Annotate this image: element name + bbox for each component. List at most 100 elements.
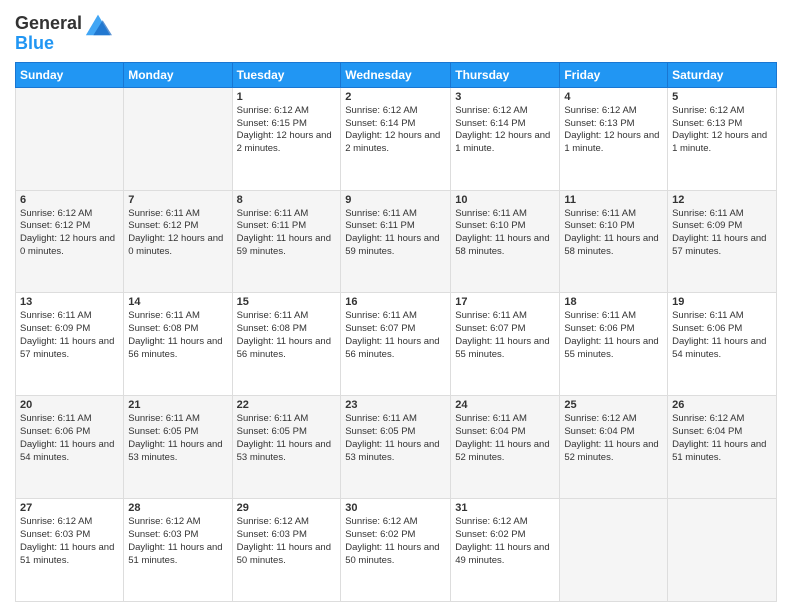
day-number: 10 <box>455 194 555 206</box>
day-number: 16 <box>345 296 446 308</box>
day-number: 29 <box>237 502 337 514</box>
day-number: 18 <box>564 296 663 308</box>
day-number: 19 <box>672 296 772 308</box>
calendar-cell: 30 Sunrise: 6:12 AM Sunset: 6:02 PM Dayli… <box>341 499 451 602</box>
day-number: 30 <box>345 502 446 514</box>
day-number: 4 <box>564 91 663 103</box>
day-info: Sunrise: 6:11 AM Sunset: 6:08 PM Dayligh… <box>128 310 227 361</box>
calendar-header-saturday: Saturday <box>668 62 777 87</box>
day-number: 20 <box>20 399 119 411</box>
day-info: Sunrise: 6:12 AM Sunset: 6:02 PM Dayligh… <box>345 516 446 567</box>
calendar-cell: 11 Sunrise: 6:11 AM Sunset: 6:10 PM Dayli… <box>560 190 668 293</box>
logo: General Blue <box>15 10 112 54</box>
day-number: 15 <box>237 296 337 308</box>
day-info: Sunrise: 6:12 AM Sunset: 6:02 PM Dayligh… <box>455 516 555 567</box>
day-info: Sunrise: 6:12 AM Sunset: 6:13 PM Dayligh… <box>672 105 772 156</box>
day-number: 2 <box>345 91 446 103</box>
calendar-week-2: 13Sunrise: 6:11 AM Sunset: 6:09 PM Dayli… <box>16 293 777 396</box>
day-number: 17 <box>455 296 555 308</box>
calendar-cell: 24 Sunrise: 6:11 AM Sunset: 6:04 PM Dayli… <box>451 396 560 499</box>
calendar-header-thursday: Thursday <box>451 62 560 87</box>
day-info: Sunrise: 6:12 AM Sunset: 6:04 PM Dayligh… <box>672 413 772 464</box>
calendar-cell: 29 Sunrise: 6:12 AM Sunset: 6:03 PM Dayli… <box>232 499 341 602</box>
calendar-cell: 31 Sunrise: 6:12 AM Sunset: 6:02 PM Dayli… <box>451 499 560 602</box>
day-number: 9 <box>345 194 446 206</box>
calendar-cell: 14 Sunrise: 6:11 AM Sunset: 6:08 PM Dayli… <box>124 293 232 396</box>
day-info: Sunrise: 6:12 AM Sunset: 6:03 PM Dayligh… <box>20 516 119 567</box>
calendar-cell: 19Sunrise: 6:11 AM Sunset: 6:06 PM Dayli… <box>668 293 777 396</box>
day-number: 26 <box>672 399 772 411</box>
day-info: Sunrise: 6:11 AM Sunset: 6:10 PM Dayligh… <box>564 208 663 259</box>
logo-icon <box>84 10 112 38</box>
calendar-cell: 8 Sunrise: 6:11 AM Sunset: 6:11 PM Daylig… <box>232 190 341 293</box>
day-number: 6 <box>20 194 119 206</box>
calendar-header-tuesday: Tuesday <box>232 62 341 87</box>
day-info: Sunrise: 6:12 AM Sunset: 6:14 PM Dayligh… <box>345 105 446 156</box>
calendar-cell: 26 Sunrise: 6:12 AM Sunset: 6:04 PM Dayli… <box>668 396 777 499</box>
day-number: 14 <box>128 296 227 308</box>
header: General Blue <box>15 10 777 54</box>
day-number: 28 <box>128 502 227 514</box>
day-info: Sunrise: 6:11 AM Sunset: 6:10 PM Dayligh… <box>455 208 555 259</box>
day-info: Sunrise: 6:12 AM Sunset: 6:03 PM Dayligh… <box>128 516 227 567</box>
calendar-cell: 28 Sunrise: 6:12 AM Sunset: 6:03 PM Dayli… <box>124 499 232 602</box>
calendar-header-friday: Friday <box>560 62 668 87</box>
logo-text: General <box>15 14 82 34</box>
day-info: Sunrise: 6:11 AM Sunset: 6:12 PM Dayligh… <box>128 208 227 259</box>
calendar-cell: 1Sunrise: 6:12 AM Sunset: 6:15 PM Daylig… <box>232 87 341 190</box>
calendar-cell: 5Sunrise: 6:12 AM Sunset: 6:13 PM Daylig… <box>668 87 777 190</box>
day-number: 7 <box>128 194 227 206</box>
calendar-header-monday: Monday <box>124 62 232 87</box>
calendar-header-row: SundayMondayTuesdayWednesdayThursdayFrid… <box>16 62 777 87</box>
calendar-cell: 12Sunrise: 6:11 AM Sunset: 6:09 PM Dayli… <box>668 190 777 293</box>
calendar-cell: 22 Sunrise: 6:11 AM Sunset: 6:05 PM Dayli… <box>232 396 341 499</box>
calendar-week-0: 1Sunrise: 6:12 AM Sunset: 6:15 PM Daylig… <box>16 87 777 190</box>
day-info: Sunrise: 6:12 AM Sunset: 6:14 PM Dayligh… <box>455 105 555 156</box>
calendar-cell: 9 Sunrise: 6:11 AM Sunset: 6:11 PM Daylig… <box>341 190 451 293</box>
calendar-header-wednesday: Wednesday <box>341 62 451 87</box>
day-info: Sunrise: 6:11 AM Sunset: 6:06 PM Dayligh… <box>564 310 663 361</box>
day-number: 24 <box>455 399 555 411</box>
day-info: Sunrise: 6:12 AM Sunset: 6:15 PM Dayligh… <box>237 105 337 156</box>
day-number: 21 <box>128 399 227 411</box>
calendar-cell: 18 Sunrise: 6:11 AM Sunset: 6:06 PM Dayli… <box>560 293 668 396</box>
calendar-cell: 13Sunrise: 6:11 AM Sunset: 6:09 PM Dayli… <box>16 293 124 396</box>
day-number: 3 <box>455 91 555 103</box>
calendar-cell: 7 Sunrise: 6:11 AM Sunset: 6:12 PM Daylig… <box>124 190 232 293</box>
day-number: 27 <box>20 502 119 514</box>
page: General Blue SundayMondayTuesdayWednesda… <box>0 0 792 612</box>
day-info: Sunrise: 6:12 AM Sunset: 6:12 PM Dayligh… <box>20 208 119 259</box>
calendar-cell: 23Sunrise: 6:11 AM Sunset: 6:05 PM Dayli… <box>341 396 451 499</box>
day-info: Sunrise: 6:11 AM Sunset: 6:05 PM Dayligh… <box>237 413 337 464</box>
calendar-week-4: 27 Sunrise: 6:12 AM Sunset: 6:03 PM Dayli… <box>16 499 777 602</box>
calendar-week-3: 20 Sunrise: 6:11 AM Sunset: 6:06 PM Dayli… <box>16 396 777 499</box>
calendar-cell: 15 Sunrise: 6:11 AM Sunset: 6:08 PM Dayli… <box>232 293 341 396</box>
day-info: Sunrise: 6:11 AM Sunset: 6:06 PM Dayligh… <box>20 413 119 464</box>
day-number: 11 <box>564 194 663 206</box>
day-number: 8 <box>237 194 337 206</box>
day-info: Sunrise: 6:11 AM Sunset: 6:07 PM Dayligh… <box>455 310 555 361</box>
calendar: SundayMondayTuesdayWednesdayThursdayFrid… <box>15 62 777 602</box>
day-info: Sunrise: 6:11 AM Sunset: 6:11 PM Dayligh… <box>237 208 337 259</box>
day-info: Sunrise: 6:11 AM Sunset: 6:07 PM Dayligh… <box>345 310 446 361</box>
day-info: Sunrise: 6:11 AM Sunset: 6:04 PM Dayligh… <box>455 413 555 464</box>
calendar-cell: 3 Sunrise: 6:12 AM Sunset: 6:14 PM Daylig… <box>451 87 560 190</box>
calendar-cell: 16 Sunrise: 6:11 AM Sunset: 6:07 PM Dayli… <box>341 293 451 396</box>
calendar-cell: 17 Sunrise: 6:11 AM Sunset: 6:07 PM Dayli… <box>451 293 560 396</box>
day-number: 31 <box>455 502 555 514</box>
day-info: Sunrise: 6:12 AM Sunset: 6:03 PM Dayligh… <box>237 516 337 567</box>
calendar-cell <box>560 499 668 602</box>
day-number: 12 <box>672 194 772 206</box>
calendar-week-1: 6 Sunrise: 6:12 AM Sunset: 6:12 PM Daylig… <box>16 190 777 293</box>
calendar-cell: 4Sunrise: 6:12 AM Sunset: 6:13 PM Daylig… <box>560 87 668 190</box>
day-number: 22 <box>237 399 337 411</box>
day-info: Sunrise: 6:11 AM Sunset: 6:11 PM Dayligh… <box>345 208 446 259</box>
calendar-cell: 21 Sunrise: 6:11 AM Sunset: 6:05 PM Dayli… <box>124 396 232 499</box>
day-info: Sunrise: 6:11 AM Sunset: 6:05 PM Dayligh… <box>128 413 227 464</box>
calendar-cell: 20 Sunrise: 6:11 AM Sunset: 6:06 PM Dayli… <box>16 396 124 499</box>
day-info: Sunrise: 6:11 AM Sunset: 6:08 PM Dayligh… <box>237 310 337 361</box>
calendar-cell: 27 Sunrise: 6:12 AM Sunset: 6:03 PM Dayli… <box>16 499 124 602</box>
calendar-cell: 2 Sunrise: 6:12 AM Sunset: 6:14 PM Daylig… <box>341 87 451 190</box>
day-info: Sunrise: 6:11 AM Sunset: 6:09 PM Dayligh… <box>20 310 119 361</box>
calendar-header-sunday: Sunday <box>16 62 124 87</box>
